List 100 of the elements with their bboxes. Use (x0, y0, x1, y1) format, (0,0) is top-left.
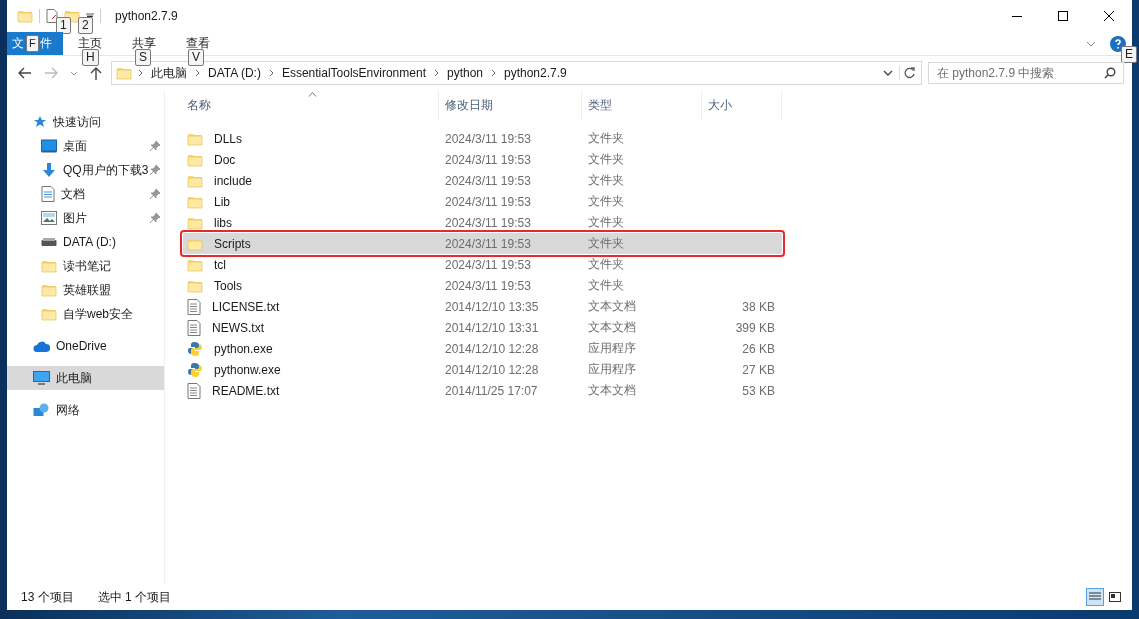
sidebar-item[interactable]: OneDrive (7, 334, 164, 358)
file-row[interactable]: pythonw.exe 2014/12/10 12:28 应用程序 27 KB (183, 359, 782, 380)
file-type: 文件夹 (587, 151, 625, 168)
cloud-icon (33, 340, 50, 352)
file-row[interactable]: README.txt 2014/11/25 17:07 文本文档 53 KB (183, 380, 782, 401)
download-arrow-icon (41, 162, 57, 178)
file-name: README.txt (211, 383, 280, 398)
sidebar-item[interactable]: 自学web安全 (7, 302, 164, 326)
chevron-right-icon (491, 69, 496, 77)
modified-date: 2024/3/11 19:53 (444, 278, 532, 293)
file-row[interactable]: LICENSE.txt 2014/12/10 13:35 文本文档 38 KB (183, 296, 782, 317)
folder-icon (41, 306, 57, 322)
chevron-right-icon (433, 69, 439, 77)
chevron-right-icon (195, 69, 200, 77)
pin-icon[interactable] (150, 189, 160, 199)
sidebar-item[interactable]: 快速访问 (7, 110, 164, 134)
pin-icon[interactable] (150, 213, 160, 223)
help-icon[interactable] (1110, 35, 1126, 52)
file-name: libs (213, 215, 232, 230)
column-header[interactable]: 修改日期 (439, 90, 582, 120)
modified-date: 2024/3/11 19:53 (444, 173, 532, 188)
file-type: 文件夹 (587, 214, 625, 231)
window-title: python2.7.9 (115, 9, 178, 23)
modified-date: 2024/3/11 19:53 (444, 194, 532, 209)
forward-arrow-icon (44, 67, 58, 79)
file-type: 文件夹 (587, 256, 625, 273)
pin-icon[interactable] (150, 165, 160, 175)
file-row[interactable]: libs 2024/3/11 19:53 文件夹 (183, 212, 782, 233)
file-row[interactable]: Scripts 2024/3/11 19:53 文件夹 (183, 233, 782, 254)
file-type: 文件夹 (587, 277, 625, 294)
computer-icon (33, 370, 50, 386)
sidebar-item[interactable]: DATA (D:) (7, 230, 164, 254)
modified-date: 2014/12/10 13:35 (444, 299, 540, 314)
sidebar-item[interactable]: 英雄联盟 (7, 278, 164, 302)
folder-icon (17, 8, 33, 24)
file-type: 文件夹 (587, 130, 625, 147)
file-name: DLLs (213, 131, 242, 146)
file-type: 文件夹 (587, 193, 625, 210)
breadcrumb-item[interactable]: DATA (D:) (206, 66, 263, 80)
file-row[interactable]: Tools 2024/3/11 19:53 文件夹 (183, 275, 782, 296)
key-tip: 1 (56, 17, 71, 34)
chevron-right-icon (268, 69, 274, 77)
key-tip: S (135, 49, 151, 66)
modified-date: 2014/12/10 12:28 (444, 362, 540, 377)
key-tip: H (82, 49, 99, 66)
file-type: 文本文档 (587, 298, 637, 315)
picture-icon (41, 211, 57, 225)
file-type: 文本文档 (587, 382, 637, 399)
sidebar-item[interactable]: QQ用户的下载3 (7, 158, 164, 182)
column-header[interactable]: 大小 (702, 90, 782, 120)
expand-ribbon-icon[interactable] (1086, 40, 1096, 47)
sidebar-item[interactable]: 此电脑 (7, 366, 164, 390)
minimize-icon (1012, 15, 1022, 17)
file-row[interactable]: NEWS.txt 2014/12/10 13:31 文本文档 399 KB (183, 317, 782, 338)
search-field[interactable]: 在 python2.7.9 中搜索 (928, 62, 1124, 84)
file-row[interactable]: tcl 2024/3/11 19:53 文件夹 (183, 254, 782, 275)
modified-date: 2014/12/10 12:28 (444, 341, 540, 356)
file-row[interactable]: python.exe 2014/12/10 12:28 应用程序 26 KB (183, 338, 782, 359)
sidebar-item[interactable]: 读书笔记 (7, 254, 164, 278)
modified-date: 2024/3/11 19:53 (444, 152, 532, 167)
properties-icon[interactable] (46, 9, 58, 23)
key-tip: V (188, 49, 204, 66)
key-tip: 2 (78, 17, 93, 34)
key-tip: F (26, 35, 39, 52)
file-name: Tools (213, 278, 242, 293)
drive-icon (41, 237, 57, 247)
file-row[interactable]: DLLs 2024/3/11 19:53 文件夹 (183, 128, 782, 149)
folder-icon (41, 282, 57, 298)
key-tip: E (1121, 46, 1137, 63)
details-view-icon (1089, 592, 1101, 602)
breadcrumb-item[interactable]: python2.7.9 (502, 66, 569, 80)
chevron-down-icon[interactable] (883, 70, 893, 76)
file-row[interactable]: Doc 2024/3/11 19:53 文件夹 (183, 149, 782, 170)
pin-icon[interactable] (150, 141, 160, 151)
python-icon (187, 340, 203, 357)
file-row[interactable]: include 2024/3/11 19:53 文件夹 (183, 170, 782, 191)
sidebar-item[interactable]: 文档 (7, 182, 164, 206)
breadcrumb-item[interactable]: python (444, 66, 485, 80)
search-icon (1104, 67, 1116, 79)
refresh-icon[interactable] (899, 66, 917, 80)
sidebar-item[interactable]: 桌面 (7, 134, 164, 158)
item-count: 13 个项目 (21, 588, 74, 606)
modified-date: 2014/12/10 13:31 (444, 320, 540, 335)
file-type: 文本文档 (587, 319, 637, 336)
file-row[interactable]: Lib 2024/3/11 19:53 文件夹 (183, 191, 782, 212)
text-file-icon (187, 382, 201, 399)
sidebar-item[interactable]: 网络 (7, 398, 164, 422)
column-header[interactable]: 类型 (582, 90, 702, 120)
star-icon (33, 115, 47, 129)
breadcrumb-item[interactable]: 此电脑 (149, 64, 189, 82)
column-header[interactable]: 名称 (183, 90, 439, 120)
folder-icon (116, 65, 132, 81)
file-size: 53 KB (741, 383, 776, 398)
breadcrumb-item[interactable]: EssentialToolsEnvironment (279, 66, 428, 80)
dropdown-caret-icon[interactable] (86, 12, 94, 20)
sidebar-item[interactable]: 图片 (7, 206, 164, 230)
up-arrow-icon (90, 66, 102, 80)
file-name: include (213, 173, 253, 188)
file-size: 38 KB (741, 299, 776, 314)
file-type: 应用程序 (587, 340, 637, 357)
